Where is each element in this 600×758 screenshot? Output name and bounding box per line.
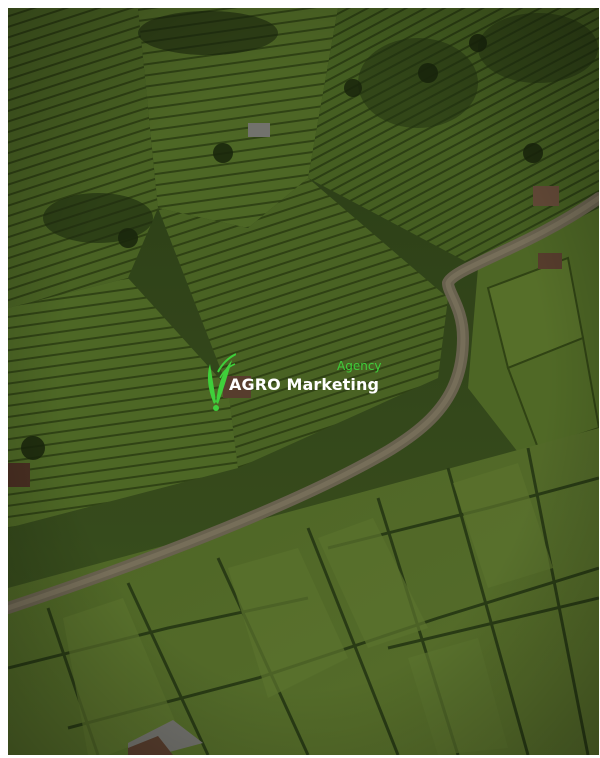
tagline-agency: Agency [337, 359, 382, 373]
brand-name: AGRO Marketing [229, 375, 380, 394]
